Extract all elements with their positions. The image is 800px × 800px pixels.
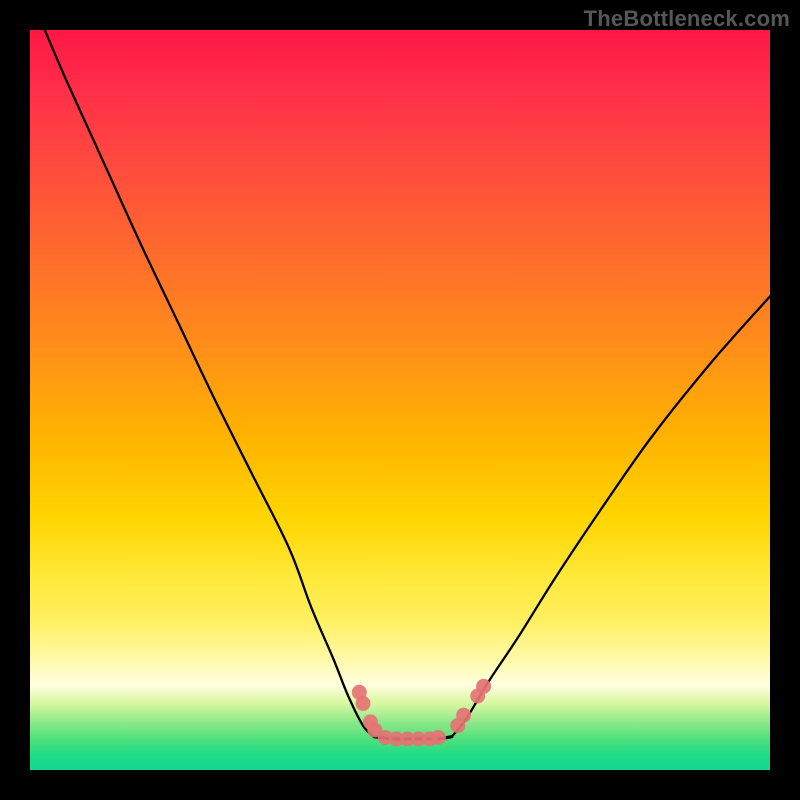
data-marker [476,679,491,694]
plot-area [30,30,770,770]
series-right-curve [452,296,770,736]
series-left-curve [45,30,374,737]
data-marker [356,696,371,711]
chart-container: TheBottleneck.com [0,0,800,800]
curve-layer [30,30,770,770]
data-marker [431,730,446,745]
watermark-text: TheBottleneck.com [584,6,790,32]
data-marker [456,708,471,723]
